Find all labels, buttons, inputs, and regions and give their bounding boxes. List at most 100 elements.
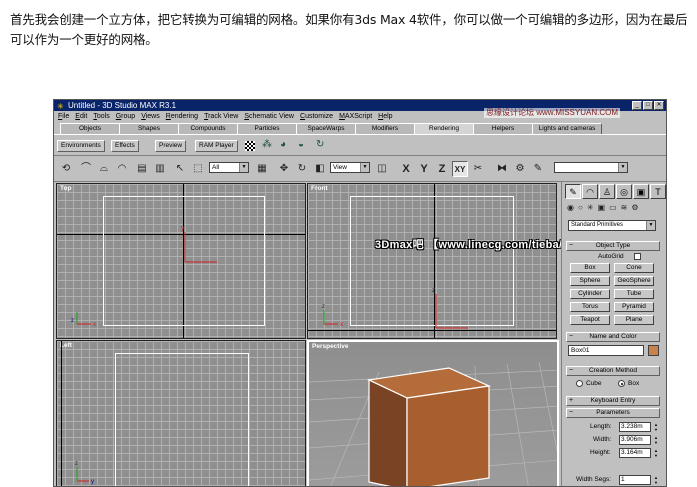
ram-player-button[interactable]: RAM Player [195,140,238,152]
move-icon[interactable]: ✥ [276,161,292,177]
object-color-swatch[interactable] [648,345,659,356]
array-icon[interactable]: ⚙ [512,161,528,177]
tab-spacewarps[interactable]: SpaceWarps [296,123,356,134]
menu-maxscript[interactable]: MAXScript [339,111,372,122]
reference-coordinate-dropdown[interactable]: View ▼ [330,162,370,173]
geosphere-button[interactable]: GeoSphere [614,276,654,286]
select-object-icon[interactable]: ▤ [134,161,150,177]
object-type-rollout[interactable]: − Object Type [566,241,660,251]
named-selection-dropdown[interactable]: ▼ [554,162,628,173]
pyramid-button[interactable]: Pyramid [614,302,654,312]
select-by-name-list-icon[interactable]: ▦ [254,161,270,177]
motion-tab-icon[interactable]: ◎ [616,184,632,199]
viewport-left[interactable]: Left z y [56,340,306,486]
mirror-icon[interactable]: ⧓ [494,161,510,177]
menu-views[interactable]: Views [141,111,160,122]
utilities-tab-icon[interactable]: T [650,184,666,199]
axis-z-button[interactable]: Z [434,161,450,177]
keyboard-entry-rollout[interactable]: + Keyboard Entry [566,396,660,406]
geometry-icon[interactable]: ◉ [567,203,574,212]
tab-compounds[interactable]: Compounds [178,123,238,134]
cube-radio[interactable] [576,380,583,387]
height-spinner-icon[interactable]: ▲ ▼ [653,448,659,458]
length-field[interactable]: 3.238m [619,422,651,432]
name-and-color-rollout[interactable]: − Name and Color [566,332,660,342]
minimize-icon[interactable]: _ [632,101,642,110]
axis-y-button[interactable]: Y [416,161,432,177]
bind-spacewarp-icon[interactable]: ◠ [114,161,130,177]
width-spinner-icon[interactable]: ▲ ▼ [653,435,659,445]
render-last-icon[interactable]: ↻ [316,139,324,151]
selection-filter-dropdown[interactable]: All ▼ [209,162,249,173]
material-browser-icon[interactable]: ⁂ [262,139,272,151]
quick-render-icon[interactable]: ◒ [298,139,304,151]
width-segs-field[interactable]: 1 [619,475,651,485]
creation-method-rollout[interactable]: − Creation Method [566,366,660,376]
menu-file[interactable]: File [58,111,69,122]
width-segs-spinner-icon[interactable]: ▲ ▼ [653,475,659,485]
menu-edit[interactable]: Edit [75,111,87,122]
tab-lights-and-cameras[interactable]: Lights and cameras [532,123,602,134]
hierarchy-tab-icon[interactable]: ♙ [599,184,615,199]
close-icon[interactable]: ✕ [654,101,664,110]
create-tab-icon[interactable]: ✎ [565,184,581,199]
box-radio[interactable] [618,380,625,387]
cone-button[interactable]: Cone [614,263,654,273]
menu-schematic-view[interactable]: Schematic View [244,111,294,122]
box-button[interactable]: Box [570,263,610,273]
align-icon[interactable]: ✎ [530,161,546,177]
scale-icon[interactable]: ◧ [312,161,328,177]
menu-help[interactable]: Help [378,111,392,122]
sphere-button[interactable]: Sphere [570,276,610,286]
display-tab-icon[interactable]: ▣ [633,184,649,199]
menu-tools[interactable]: Tools [93,111,109,122]
menu-customize[interactable]: Customize [300,111,333,122]
effects-button[interactable]: Effects [111,140,139,152]
teapot-button[interactable]: Teapot [570,315,610,325]
unlink-icon[interactable]: ⌓ [96,161,112,177]
viewport-top[interactable]: Top y z x [56,183,306,339]
parameters-rollout[interactable]: − Parameters [566,408,660,418]
lights-icon[interactable]: ✳ [587,203,594,212]
menu-track-view[interactable]: Track View [204,111,238,122]
spacewarps-icon[interactable]: ≋ [621,203,628,212]
cylinder-button[interactable]: Cylinder [570,289,610,299]
modify-tab-icon[interactable]: ◠ [582,184,598,199]
primitive-type-dropdown[interactable]: Standard Primitives ▼ [568,220,656,231]
viewport-front[interactable]: Front z z x [307,183,557,339]
systems-icon[interactable]: ⚙ [631,203,638,212]
tab-helpers[interactable]: Helpers [473,123,533,134]
preview-button[interactable]: Preview [155,140,187,152]
plane-button[interactable]: Plane [614,315,654,325]
viewport-perspective[interactable]: Perspective [307,340,559,486]
undo-icon[interactable]: ⟲ [58,161,74,177]
environments-button[interactable]: Environments [57,140,105,152]
menu-rendering[interactable]: Rendering [166,111,198,122]
pivot-point-icon[interactable]: ◫ [374,161,390,177]
cameras-icon[interactable]: ▣ [598,203,606,212]
width-field[interactable]: 3.906m [619,435,651,445]
maximize-icon[interactable]: □ [643,101,653,110]
tube-button[interactable]: Tube [614,289,654,299]
select-link-icon[interactable]: ⌒ [78,161,94,177]
axis-x-button[interactable]: X [398,161,414,177]
object-name-field[interactable]: Box01 [568,345,644,356]
material-editor-icon[interactable] [245,141,255,151]
select-by-name-icon[interactable]: ▥ [152,161,168,177]
axis-xy-button[interactable]: XY [452,161,468,177]
tab-modifiers[interactable]: Modifiers [355,123,415,134]
pointer-icon[interactable]: ↖ [172,161,188,177]
tab-shapes[interactable]: Shapes [119,123,179,134]
shapes-icon[interactable]: ○ [578,203,583,212]
tab-objects[interactable]: Objects [60,123,120,134]
height-field[interactable]: 3.164m [619,448,651,458]
torus-button[interactable]: Torus [570,302,610,312]
tab-particles[interactable]: Particles [237,123,297,134]
menu-group[interactable]: Group [116,111,135,122]
autogrid-checkbox[interactable] [634,253,641,260]
rotate-icon[interactable]: ↻ [294,161,310,177]
region-select-icon[interactable]: ⬚ [190,161,206,177]
length-spinner-icon[interactable]: ▲ ▼ [653,422,659,432]
inverse-kinematics-icon[interactable]: ✂ [470,161,486,177]
render-scene-icon[interactable]: ◕ [280,139,286,151]
